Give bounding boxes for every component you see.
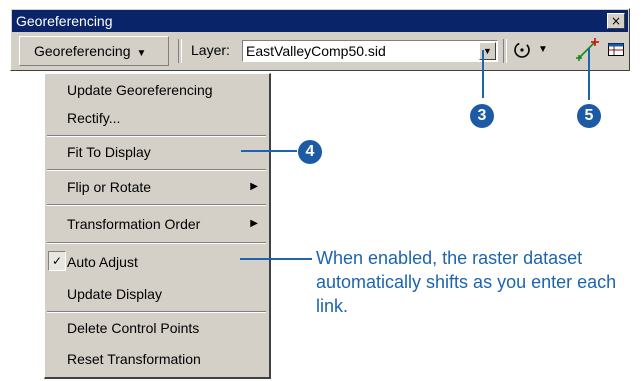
menu-item-label: Reset Transformation (67, 351, 201, 367)
menu-item-label: Update Georeferencing (67, 82, 213, 98)
georeferencing-toolbar: Georeferencing × Georeferencing ▼ Layer: … (10, 8, 630, 71)
menu-separator (47, 135, 266, 137)
submenu-arrow-icon: ▶ (250, 218, 258, 229)
callout-line-3 (482, 50, 484, 98)
menu-separator (47, 311, 266, 313)
menu-separator (47, 242, 266, 244)
close-icon[interactable]: × (607, 13, 625, 29)
menu-item-auto-adjust[interactable]: ✓ Auto Adjust (45, 250, 268, 274)
menu-separator (47, 204, 266, 206)
menu-item-update-georeferencing[interactable]: Update Georeferencing (45, 78, 268, 102)
menu-item-label: Rectify... (67, 110, 121, 126)
menu-item-label: Fit To Display (67, 144, 151, 160)
menu-item-delete-control-points[interactable]: Delete Control Points (45, 316, 268, 340)
menu-item-label: Flip or Rotate (67, 179, 152, 195)
toolbar-titlebar[interactable]: Georeferencing × (12, 10, 628, 32)
callout-line-note (240, 258, 312, 260)
callout-badge-3: 3 (470, 104, 494, 128)
menu-item-transformation-order[interactable]: Transformation Order ▶ (45, 212, 268, 236)
callout-line-4 (241, 150, 297, 152)
menu-button-label: Georeferencing (34, 43, 131, 59)
menu-item-rectify[interactable]: Rectify... (45, 106, 268, 130)
auto-adjust-note: When enabled, the raster dataset automat… (316, 248, 617, 316)
layer-select-value: EastValleyComp50.sid (246, 43, 386, 59)
link-table-icon[interactable] (607, 38, 627, 62)
toolbar-separator (178, 39, 182, 63)
callout-badge-4: 4 (298, 140, 322, 164)
menu-item-label: Auto Adjust (67, 254, 138, 270)
menu-item-label: Transformation Order (67, 216, 201, 232)
callout-line-5 (588, 48, 590, 100)
georeferencing-dropdown-menu: Update Georeferencing Rectify... Fit To … (44, 73, 271, 379)
rotate-icon[interactable] (511, 38, 535, 62)
callout-badge-5: 5 (577, 104, 601, 128)
layer-select[interactable]: EastValleyComp50.sid ▼ (242, 40, 498, 62)
menu-item-label: Delete Control Points (67, 320, 200, 336)
chevron-down-icon: ▼ (136, 48, 147, 59)
add-control-points-icon[interactable] (575, 38, 599, 62)
chevron-down-icon[interactable]: ▼ (538, 38, 550, 62)
menu-item-label: Update Display (67, 286, 162, 302)
menu-separator (47, 169, 266, 171)
menu-item-fit-to-display[interactable]: Fit To Display (45, 140, 268, 164)
menu-item-update-display[interactable]: Update Display (45, 282, 268, 306)
menu-item-flip-or-rotate[interactable]: Flip or Rotate ▶ (45, 175, 268, 199)
georeferencing-menu-button[interactable]: Georeferencing ▼ (19, 36, 169, 66)
window-title: Georeferencing (16, 13, 113, 29)
menu-item-reset-transformation[interactable]: Reset Transformation (45, 347, 268, 371)
toolbar-separator (503, 39, 507, 63)
submenu-arrow-icon: ▶ (250, 181, 258, 192)
checkmark-icon: ✓ (48, 251, 66, 271)
layer-label: Layer: (191, 42, 230, 58)
